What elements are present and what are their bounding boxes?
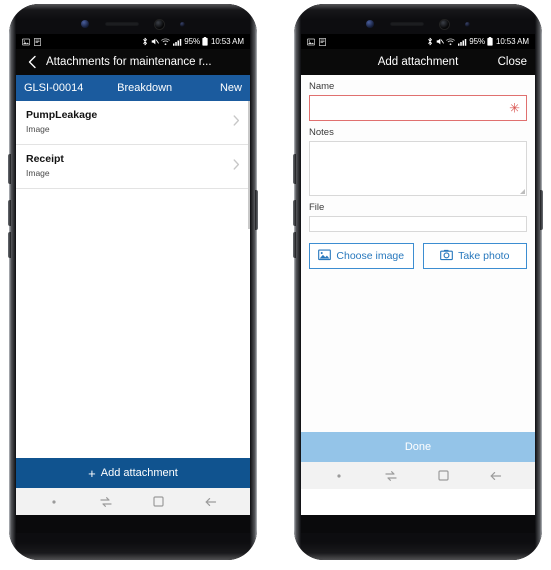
document-icon [34, 37, 41, 46]
android-nav-bar-left [16, 488, 250, 515]
attachment-list: PumpLeakage Image Receipt Image [16, 101, 250, 458]
home-icon[interactable] [152, 495, 165, 508]
mute-icon [151, 37, 159, 46]
attachment-name: PumpLeakage [26, 109, 98, 121]
dot-icon[interactable] [48, 496, 60, 508]
list-scrollbar[interactable] [248, 101, 250, 458]
image-icon [22, 38, 30, 46]
page-title: Attachments for maintenance r... [46, 56, 212, 68]
device-top-hardware-left [9, 17, 257, 31]
bixby-button-left[interactable] [8, 154, 11, 184]
done-label: Done [404, 441, 432, 453]
volume-down-button-left[interactable] [8, 232, 11, 258]
screenshot-stage: 95% 10:53 AM Attachments for maintenance… [0, 0, 551, 570]
list-item[interactable]: Receipt Image [16, 145, 250, 189]
home-icon[interactable] [437, 469, 450, 482]
required-asterisk-icon: ✳ [509, 100, 520, 116]
attachment-type: Image [26, 124, 50, 134]
choose-image-label: Choose image [336, 250, 405, 262]
plus-icon: + [88, 465, 96, 481]
battery-icon [202, 37, 209, 46]
proximity-sensor-icon [180, 21, 185, 27]
attachment-name: Receipt [26, 153, 64, 165]
signal-icon [172, 38, 182, 46]
add-attachment-label: Add attachment [100, 467, 178, 479]
chevron-left-icon[interactable] [24, 54, 40, 70]
file-field-label: File [309, 202, 325, 213]
volume-up-button-left[interactable] [8, 200, 11, 226]
picture-icon [318, 249, 332, 264]
wifi-icon [161, 38, 171, 46]
power-button-right[interactable] [540, 190, 543, 230]
name-input[interactable]: ✳ [309, 95, 527, 121]
chevron-right-icon [227, 159, 240, 173]
list-scrollbar-thumb[interactable] [248, 101, 250, 229]
battery-percent-label: 95% [184, 37, 200, 46]
record-id-label: GLSI-00014 [24, 82, 84, 94]
attachment-type: Image [26, 168, 50, 178]
list-item-texts: PumpLeakage Image [26, 109, 227, 135]
back-arrow-icon[interactable] [204, 495, 218, 509]
front-camera-icon [155, 19, 164, 29]
clock-label: 10:53 AM [210, 37, 244, 46]
battery-percent-label: 95% [469, 37, 485, 46]
record-status-label: New [219, 82, 242, 94]
bluetooth-icon [142, 37, 148, 46]
image-source-buttons: Choose image Take photo [309, 243, 527, 269]
take-photo-button[interactable]: Take photo [422, 243, 527, 269]
wifi-icon [446, 38, 456, 46]
bluetooth-icon [427, 37, 433, 46]
screen-left: 95% 10:53 AM Attachments for maintenance… [16, 34, 250, 515]
phone-device-right: 95% 10:53 AM Add attachment Close Name ✳ [293, 4, 543, 560]
front-camera-icon [440, 19, 449, 29]
mute-icon [436, 37, 444, 46]
list-empty-space [16, 189, 250, 458]
device-chin-right [301, 515, 535, 533]
signal-icon [457, 38, 467, 46]
done-button[interactable]: Done [301, 432, 535, 462]
iris-scanner-icon [81, 20, 89, 28]
file-input[interactable] [309, 216, 527, 232]
android-nav-bar-right [301, 462, 535, 489]
dot-icon[interactable] [333, 470, 345, 482]
app-bar-right: Add attachment Close [301, 49, 535, 75]
choose-image-button[interactable]: Choose image [309, 243, 414, 269]
volume-down-button-right[interactable] [293, 232, 296, 258]
earpiece-speaker [105, 22, 139, 26]
chevron-right-icon [227, 115, 240, 129]
power-button-left[interactable] [255, 190, 258, 230]
battery-icon [487, 37, 494, 46]
device-top-hardware-right [294, 17, 542, 31]
image-icon [307, 38, 315, 46]
bixby-button-right[interactable] [293, 154, 296, 184]
recents-icon[interactable] [384, 469, 398, 483]
notes-textarea[interactable] [309, 141, 527, 196]
camera-icon [440, 249, 453, 264]
app-bar-left: Attachments for maintenance r... [16, 49, 250, 75]
close-button[interactable]: Close [498, 56, 527, 68]
status-bar-left: 95% 10:53 AM [16, 34, 250, 49]
name-field-label: Name [309, 81, 335, 92]
add-attachment-button[interactable]: + Add attachment [16, 458, 250, 488]
notes-field-label: Notes [309, 127, 334, 138]
list-item-texts: Receipt Image [26, 153, 227, 179]
status-bar-right: 95% 10:53 AM [301, 34, 535, 49]
device-chin-left [16, 515, 250, 533]
proximity-sensor-icon [465, 21, 470, 27]
take-photo-label: Take photo [458, 250, 510, 262]
screen-right: 95% 10:53 AM Add attachment Close Name ✳ [301, 34, 535, 515]
list-item[interactable]: PumpLeakage Image [16, 101, 250, 145]
document-icon [319, 37, 326, 46]
volume-up-button-right[interactable] [293, 200, 296, 226]
back-arrow-icon[interactable] [489, 469, 503, 483]
earpiece-speaker [390, 22, 424, 26]
record-summary-bar: GLSI-00014 Breakdown New [16, 75, 250, 101]
iris-scanner-icon [366, 20, 374, 28]
record-type-label: Breakdown [117, 82, 173, 94]
add-attachment-form: Name ✳ Notes File Choose image Take phot… [301, 75, 535, 432]
clock-label: 10:53 AM [495, 37, 529, 46]
recents-icon[interactable] [99, 495, 113, 509]
phone-device-left: 95% 10:53 AM Attachments for maintenance… [8, 4, 258, 560]
